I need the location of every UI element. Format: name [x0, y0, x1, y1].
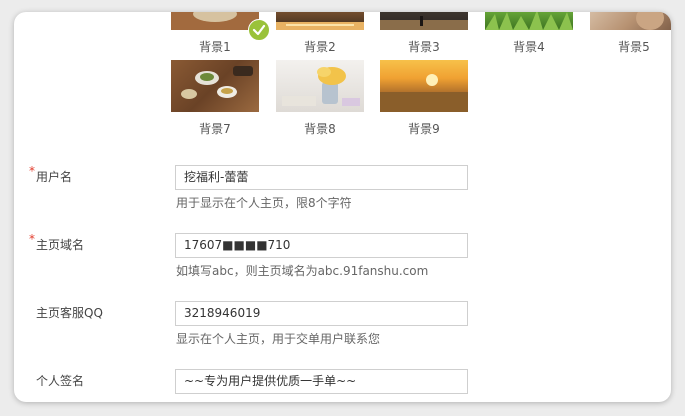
username-help: 用于显示在个人主页，限8个字符 — [176, 196, 352, 210]
background-5-image — [590, 12, 671, 30]
background-option-1[interactable]: 背景1 — [171, 12, 259, 54]
background-9-image — [380, 60, 468, 112]
background-5-art — [636, 12, 664, 30]
background-4-art — [485, 12, 573, 30]
domain-required-mark: * — [29, 232, 35, 246]
background-3-image — [380, 12, 468, 30]
selected-check-icon — [248, 19, 270, 41]
background-7-label: 背景7 — [199, 122, 231, 136]
signature-label: 个人签名 — [36, 374, 85, 388]
background-option-5[interactable]: 背景5 — [590, 12, 671, 54]
background-option-9[interactable]: 背景9 — [380, 60, 468, 136]
background-option-2[interactable]: 背景2 — [276, 12, 364, 54]
username-required-mark: * — [29, 164, 35, 178]
background-8-image — [276, 60, 364, 112]
background-7-image — [171, 60, 259, 112]
domain-input[interactable]: 17607■■■■710 — [175, 233, 468, 258]
background-9-label: 背景9 — [408, 122, 440, 136]
signature-input[interactable]: ~~专为用户提供优质一手单~~ — [175, 369, 468, 394]
background-9-art — [380, 74, 468, 112]
username-label: * 用户名 — [29, 164, 73, 184]
background-7-art — [181, 66, 253, 99]
background-3-art — [380, 16, 468, 30]
background-option-3[interactable]: 背景3 — [380, 12, 468, 54]
profile-settings-card: 背景1 背景2 背景3 背景4 背景5 背景7 背景8 背景9 * 用户名 挖福… — [14, 12, 671, 402]
background-4-label: 背景4 — [513, 40, 545, 54]
background-8-art — [282, 67, 360, 106]
background-1-label: 背景1 — [199, 40, 231, 54]
username-input[interactable]: 挖福利-蕾蕾 — [175, 165, 468, 190]
domain-label: * 主页域名 — [29, 232, 85, 252]
background-5-label: 背景5 — [618, 40, 650, 54]
background-8-label: 背景8 — [304, 122, 336, 136]
qq-help: 显示在个人主页，用于交单用户联系您 — [176, 332, 381, 346]
background-option-8[interactable]: 背景8 — [276, 60, 364, 136]
domain-help: 如填写abc，则主页域名为abc.91fanshu.com — [176, 264, 429, 278]
background-2-art — [276, 22, 364, 30]
background-4-image — [485, 12, 573, 30]
background-2-image — [276, 12, 364, 30]
background-option-4[interactable]: 背景4 — [485, 12, 573, 54]
background-1-art — [171, 12, 259, 30]
qq-label: 主页客服QQ — [36, 306, 103, 320]
background-option-7[interactable]: 背景7 — [171, 60, 259, 136]
qq-input[interactable]: 3218946019 — [175, 301, 468, 326]
background-3-label: 背景3 — [408, 40, 440, 54]
background-2-label: 背景2 — [304, 40, 336, 54]
background-1-image — [171, 12, 259, 30]
